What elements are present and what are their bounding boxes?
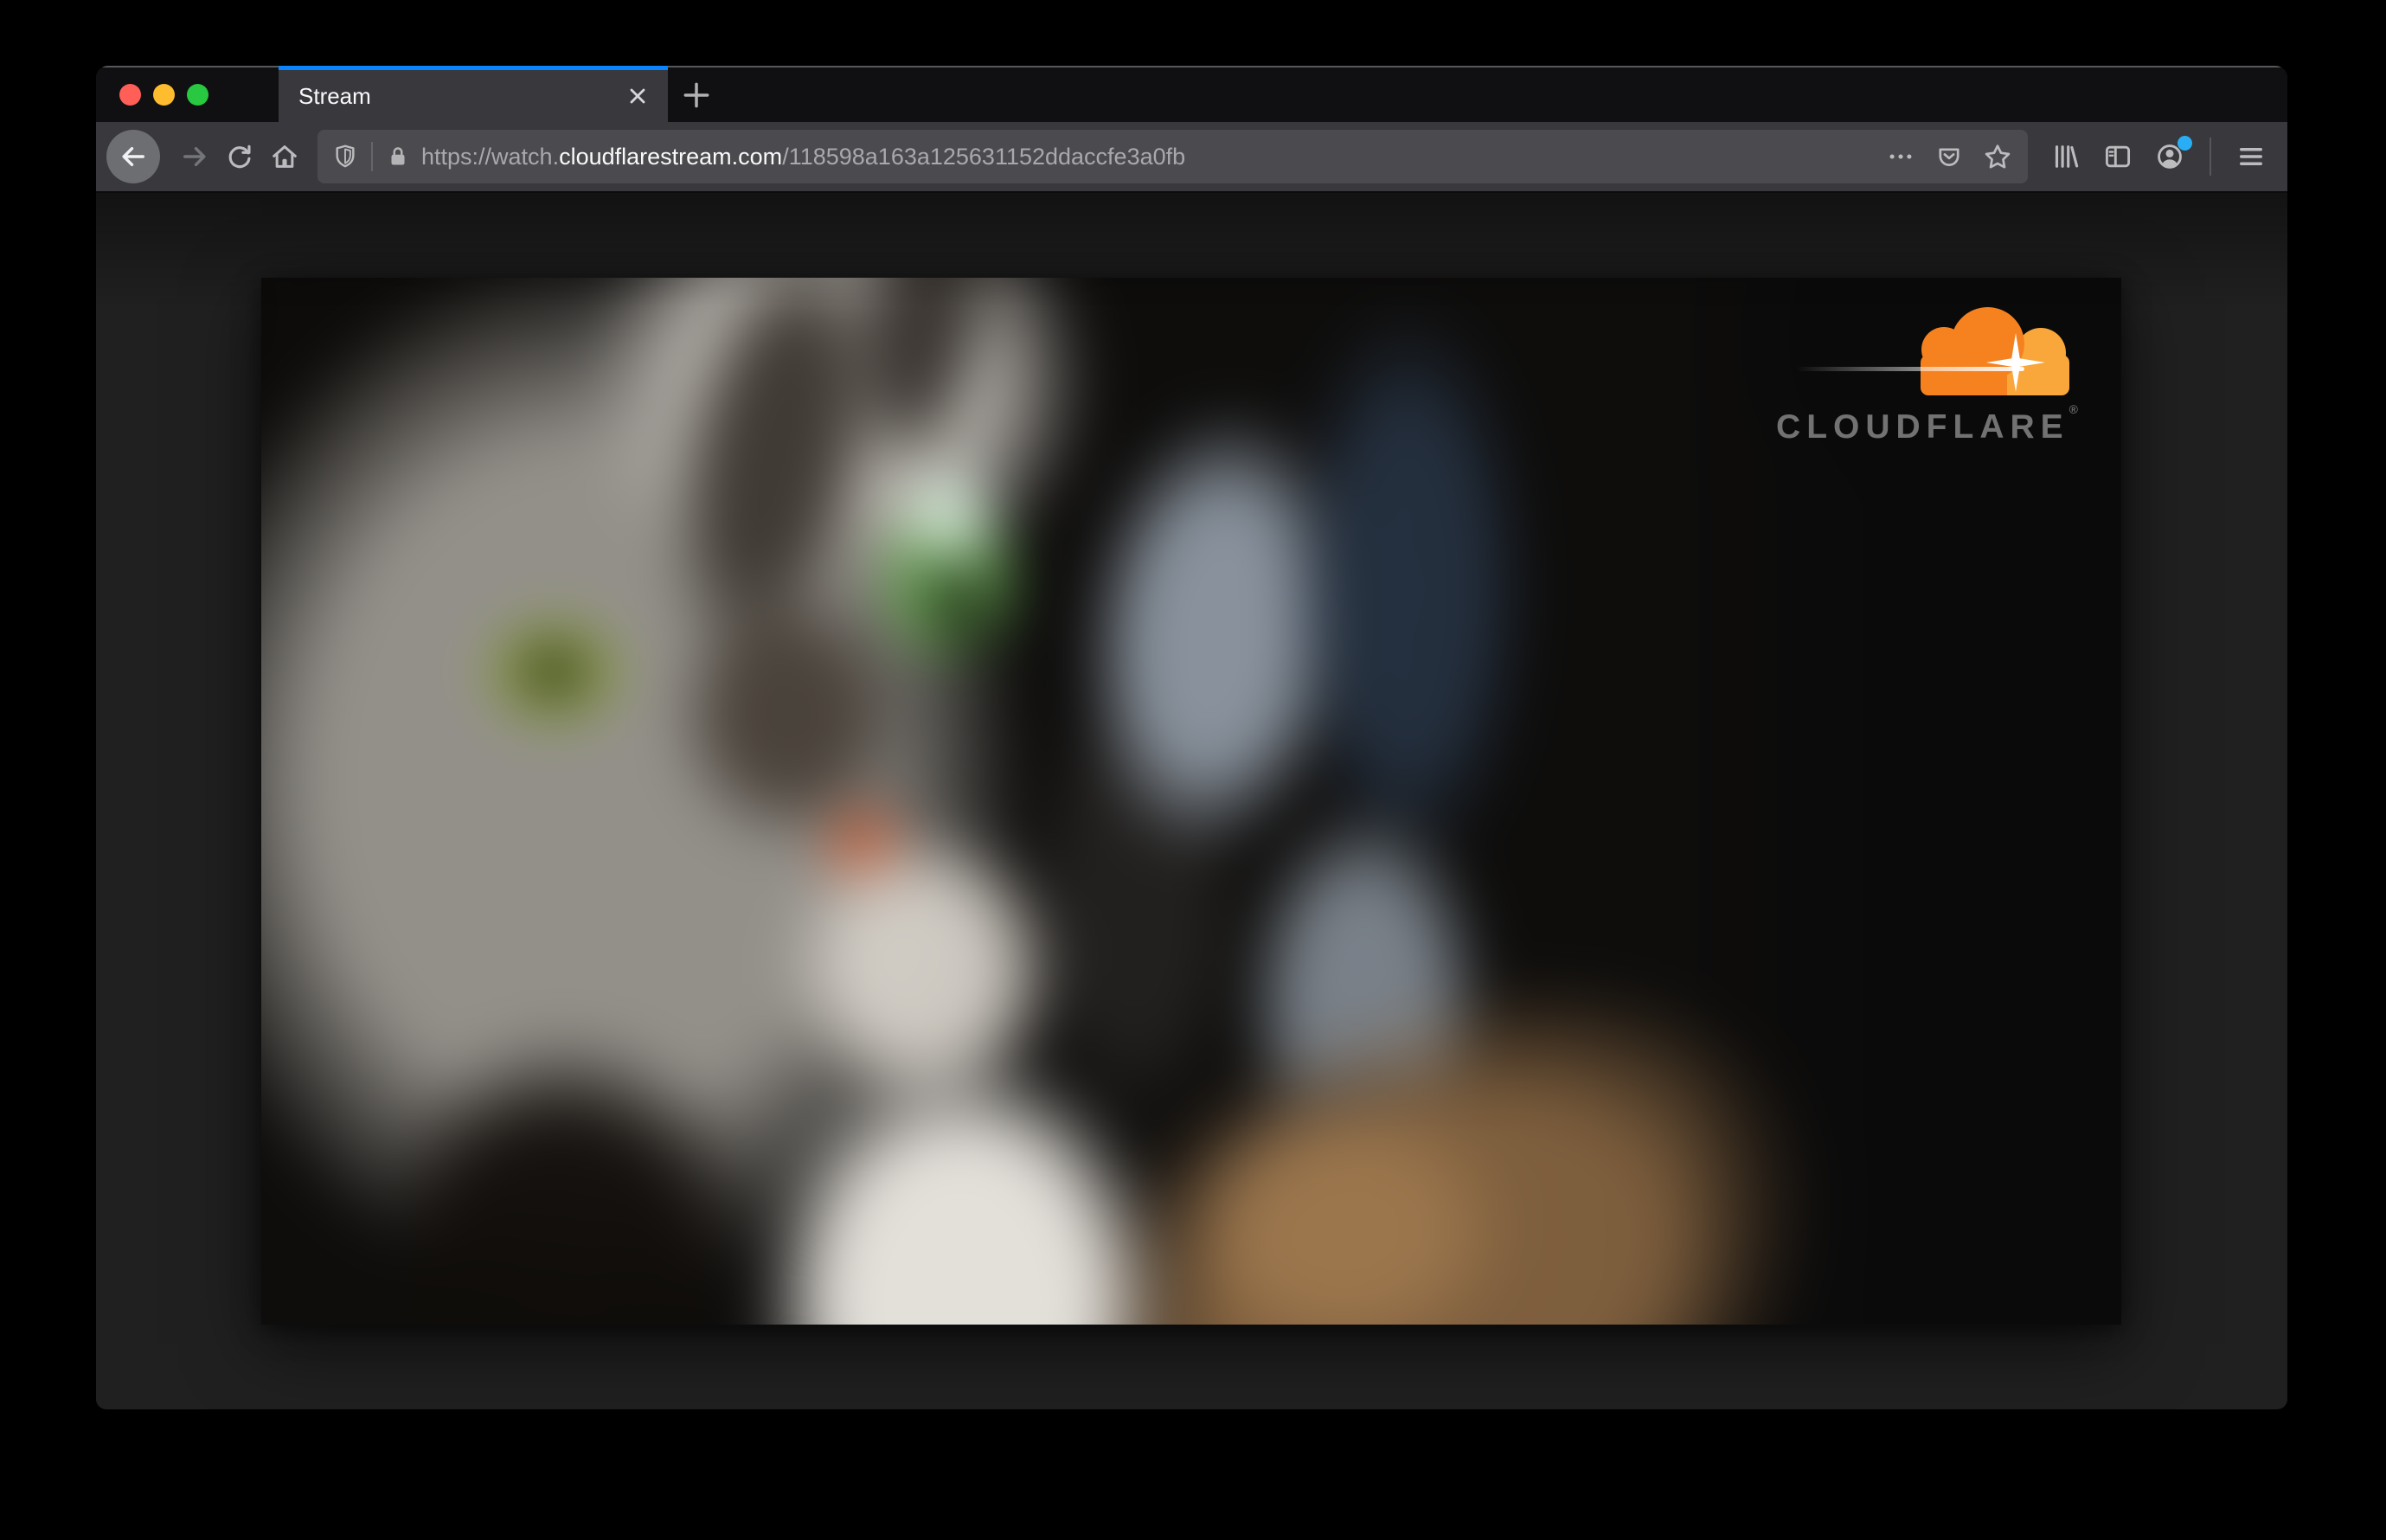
cloudflare-wordmark: CLOUDFLARE® — [1776, 402, 2078, 446]
hamburger-icon — [2240, 148, 2262, 165]
library-button[interactable] — [2043, 134, 2088, 179]
dots-icon — [1889, 154, 1912, 159]
new-tab-button[interactable] — [668, 67, 725, 122]
url-domain: cloudflarestream.com — [559, 143, 783, 170]
tracking-shield-icon[interactable] — [331, 143, 359, 170]
browser-window: Stream https://watch.cloudflarestream.co… — [96, 66, 2287, 1409]
urlbar-actions — [1881, 137, 2017, 176]
traffic-light-minimize[interactable] — [153, 84, 175, 106]
window-controls — [96, 67, 279, 122]
sidebar-icon — [2105, 145, 2131, 168]
navigation-toolbar: https://watch.cloudflarestream.com/11859… — [96, 122, 2287, 193]
registered-mark: ® — [2069, 402, 2078, 416]
lock-icon[interactable] — [385, 144, 411, 170]
traffic-light-close[interactable] — [119, 84, 141, 106]
toolbar-divider — [2210, 138, 2211, 176]
forward-arrow-icon — [183, 146, 206, 167]
reload-icon — [228, 144, 251, 169]
home-button[interactable] — [262, 134, 307, 179]
sidebar-button[interactable] — [2095, 134, 2140, 179]
home-icon — [273, 145, 297, 168]
account-notification-dot — [2178, 136, 2192, 151]
page-content: CLOUDFLARE® — [96, 193, 2287, 1408]
url-prefix: https://watch. — [421, 143, 560, 170]
reload-button[interactable] — [217, 134, 262, 179]
traffic-light-zoom[interactable] — [187, 84, 208, 106]
url-path: /118598a163a125631152ddaccfe3a0fb — [782, 143, 1186, 170]
pocket-button[interactable] — [1929, 137, 1969, 176]
pocket-icon — [1939, 148, 1959, 166]
back-button[interactable] — [106, 130, 160, 183]
menu-button[interactable] — [2229, 134, 2274, 179]
url-text[interactable]: https://watch.cloudflarestream.com/11859… — [421, 144, 1881, 170]
tab-title: Stream — [298, 82, 371, 109]
account-button[interactable] — [2147, 134, 2192, 179]
cloudflare-cloud-icon — [1795, 307, 2069, 395]
close-icon — [630, 88, 645, 104]
video-player[interactable]: CLOUDFLARE® — [261, 278, 2121, 1325]
tab-close-button[interactable] — [621, 80, 654, 112]
tab-stream[interactable]: Stream — [279, 66, 668, 122]
library-icon — [2055, 145, 2079, 168]
star-icon — [1985, 144, 2011, 169]
plus-icon — [683, 82, 709, 107]
page-actions-button[interactable] — [1881, 137, 1921, 176]
url-bar[interactable]: https://watch.cloudflarestream.com/11859… — [317, 130, 2028, 183]
tab-bar: Stream — [96, 66, 2287, 122]
back-arrow-icon — [122, 146, 144, 167]
bookmark-star-button[interactable] — [1978, 137, 2017, 176]
cloudflare-watermark: CLOUDFLARE® — [1715, 307, 2078, 446]
urlbar-divider — [371, 142, 373, 171]
forward-button[interactable] — [172, 134, 217, 179]
toolbar-right-group — [2043, 134, 2274, 179]
